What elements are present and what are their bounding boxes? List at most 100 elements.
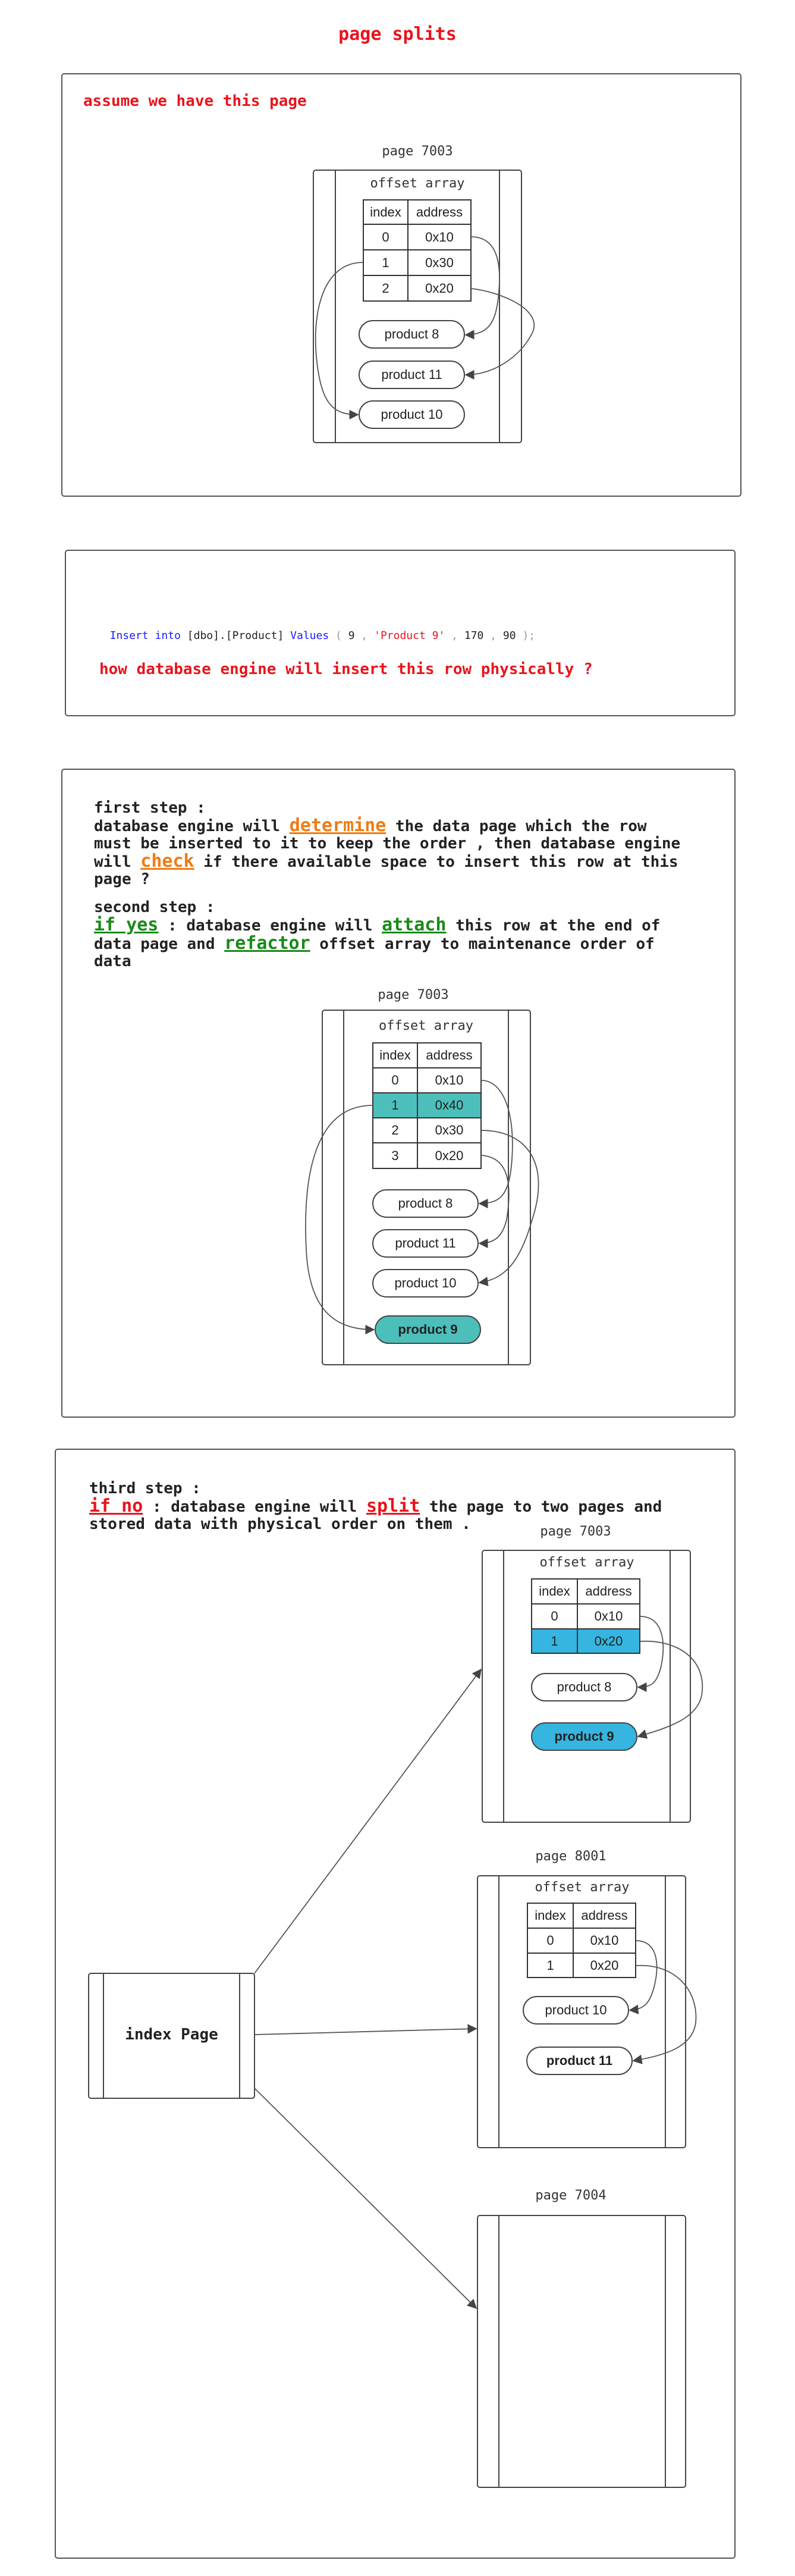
- sql-close: );: [522, 629, 536, 642]
- step2-line2: data page and refactor offset array to m…: [94, 935, 680, 953]
- step2-ifyes: if yes: [94, 914, 159, 935]
- sql-v2: 'Product 9': [374, 629, 445, 642]
- sql-comma1: ,: [361, 629, 368, 642]
- step3-ifno: if no: [89, 1496, 143, 1516]
- s4-pageA-header-index: index: [539, 1584, 570, 1599]
- step2-d: offset array to maintenance order of: [310, 935, 655, 953]
- step1-determine: determine: [289, 815, 386, 836]
- step2-line3: data: [94, 952, 131, 970]
- step1-line2: must be inserted to it to keep the order…: [94, 835, 681, 853]
- s1-product-label-0: product 8: [384, 327, 439, 341]
- step1-head: first step :: [94, 799, 206, 817]
- s3-product-label-0: product 8: [398, 1196, 453, 1211]
- index-to-pageB-arrow: [254, 2024, 477, 2035]
- s3-page-label: page 7003: [378, 988, 449, 1002]
- step3-line1: if no : database engine will split the p…: [89, 1497, 662, 1516]
- sql-v1: 9: [348, 629, 355, 642]
- sql-statement: Insert into [dbo].[Product] Values ( 9 ,…: [97, 617, 535, 642]
- s1-product-label-2: product 10: [381, 407, 443, 422]
- s4-pageB-product-label-0: product 10: [545, 2002, 607, 2017]
- s4-pageB-cell-r0-index: 0: [546, 1933, 554, 1948]
- step1-b: the data page which the row: [386, 817, 647, 835]
- s1-cell-r0-index: 0: [382, 230, 389, 245]
- sql-v4: 90: [502, 629, 516, 642]
- sql-v3: 170: [464, 629, 484, 642]
- s4-pageA-cell-r0-address: 0x10: [594, 1609, 623, 1624]
- sql-kw-values: Values: [290, 629, 329, 642]
- s1-offset-label: offset array: [370, 176, 465, 191]
- s4-pageA-offset-label: offset array: [539, 1555, 634, 1570]
- s4-pageB-cell-r1-address: 0x20: [590, 1958, 619, 1973]
- s4-pageA-cell-r1-address: 0x20: [594, 1634, 623, 1649]
- s4-pageC-label: page 7004: [535, 2188, 607, 2203]
- sql-kw-insert: Insert: [109, 629, 149, 642]
- s4-pageB-header-address: address: [581, 1908, 628, 1923]
- s1-cell-r0-address: 0x10: [425, 230, 454, 245]
- s3-arrow-0: [478, 1080, 513, 1209]
- s3-cell-r3-address: 0x20: [435, 1148, 464, 1163]
- sql-comma2: ,: [451, 629, 458, 642]
- step2-head: second step :: [94, 898, 215, 916]
- s3-cell-r3-index: 3: [391, 1148, 399, 1163]
- s1-cell-r2-index: 2: [382, 281, 389, 296]
- step2-a: : database engine will: [158, 917, 382, 935]
- s4-pageA-product-label-1: product 9: [554, 1729, 614, 1744]
- step3-a: : database engine will: [143, 1498, 366, 1516]
- sql-open: (: [335, 629, 342, 642]
- sql-comma3: ,: [490, 629, 497, 642]
- index-page-label: index Page: [125, 2026, 218, 2044]
- s4-pageB-arrow-1: [632, 1965, 697, 2064]
- s3-header-index: index: [379, 1048, 411, 1063]
- page-title: page splits: [338, 24, 457, 45]
- s1-header-address: address: [416, 205, 463, 220]
- s3-arrow-3: [478, 1155, 510, 1249]
- step1-c: will: [94, 853, 141, 871]
- s1-heading: assume we have this page: [83, 92, 307, 110]
- step1-line4: page ?: [94, 870, 150, 888]
- s3-arrow-1: [305, 1105, 375, 1335]
- s4-pageB-header-index: index: [535, 1908, 566, 1923]
- s3-steps-text: first step : database engine will determ…: [94, 800, 680, 970]
- s1-cell-r2-address: 0x20: [425, 281, 454, 296]
- s3-cell-r2-address: 0x30: [435, 1123, 464, 1137]
- s4-pageB-label: page 8001: [535, 1849, 607, 1864]
- s4-pageA-arrow-0: [637, 1616, 664, 1693]
- s4-pageB-cell-r1-index: 1: [546, 1958, 554, 1973]
- step2-c: data page and: [94, 935, 225, 953]
- sql-kw-into: into: [155, 629, 181, 642]
- sql-table: [dbo].[Product]: [187, 629, 284, 642]
- step2-attach: attach: [382, 914, 447, 935]
- s4-pageA-product-label-0: product 8: [557, 1679, 612, 1694]
- s4-pageA-label: page 7003: [540, 1524, 611, 1539]
- index-to-pageC-arrow: [254, 2088, 477, 2309]
- s1-header-index: index: [370, 205, 401, 220]
- step3-split: split: [366, 1496, 420, 1516]
- s3-cell-r0-index: 0: [391, 1073, 399, 1088]
- s3-product-label-3: product 9: [398, 1322, 458, 1337]
- step1-a: database engine will: [94, 817, 290, 835]
- s3-product-label-1: product 11: [395, 1236, 456, 1251]
- s4-pageB-product-label-1: product 11: [546, 2053, 613, 2068]
- s2-question: how database engine will insert this row…: [99, 660, 593, 678]
- s1-page-label: page 7003: [382, 144, 453, 159]
- step3-b: the page to two pages and: [420, 1498, 662, 1516]
- s1-arrow-1: [315, 262, 364, 420]
- s4-pageA-header-address: address: [585, 1584, 632, 1599]
- step1-line3: will check if there available space to i…: [94, 853, 680, 871]
- step2-refactor: refactor: [224, 933, 310, 954]
- s3-header-address: address: [426, 1048, 473, 1063]
- s4-pageB-cell-r0-address: 0x10: [590, 1933, 619, 1948]
- step2-line1: if yes : database engine will attach thi…: [94, 916, 680, 935]
- s3-cell-r0-address: 0x10: [435, 1073, 464, 1088]
- step1-check: check: [140, 851, 194, 872]
- s4-pageA-cell-r0-index: 0: [551, 1609, 558, 1624]
- s3-cell-r1-index: 1: [391, 1098, 399, 1112]
- s1-cell-r1-index: 1: [382, 255, 389, 270]
- s4-pageB-offset-label: offset array: [535, 1880, 630, 1895]
- step1-line1: database engine will determine the data …: [94, 817, 680, 835]
- s4-pageC-box: [477, 2215, 686, 2488]
- s3-offset-label: offset array: [379, 1019, 473, 1033]
- s3-cell-r2-index: 2: [391, 1123, 399, 1137]
- s3-cell-r1-address: 0x40: [435, 1098, 464, 1112]
- s4-pageA-cell-r1-index: 1: [551, 1634, 558, 1649]
